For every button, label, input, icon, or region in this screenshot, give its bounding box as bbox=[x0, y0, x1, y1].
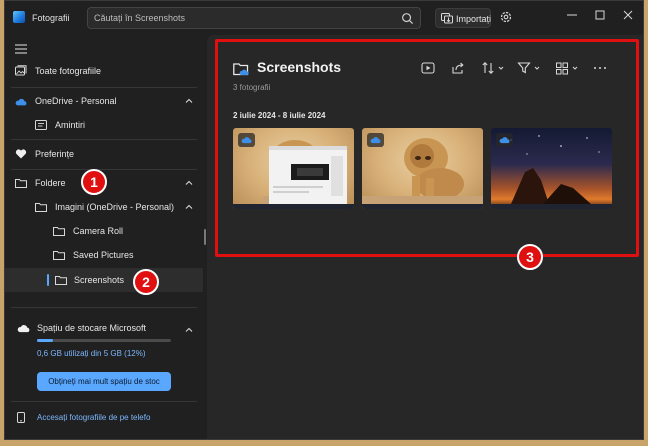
search-icon[interactable] bbox=[401, 12, 414, 25]
selection-indicator bbox=[47, 274, 49, 286]
chevron-up-icon[interactable] bbox=[185, 203, 193, 211]
import-button[interactable]: Importați bbox=[435, 8, 491, 28]
close-button[interactable] bbox=[617, 7, 639, 23]
sidebar-item-saved-pictures[interactable]: Saved Pictures bbox=[5, 243, 203, 267]
heart-icon bbox=[15, 149, 27, 159]
photos-icon bbox=[15, 65, 27, 76]
annotation-marker-3: 3 bbox=[517, 244, 543, 270]
sidebar-item-label: Preferințe bbox=[35, 149, 75, 159]
sidebar-item-label: Imagini (OneDrive - Personal) bbox=[55, 202, 175, 212]
import-icon bbox=[441, 13, 453, 24]
sidebar-divider bbox=[11, 87, 197, 88]
sidebar-item-label: Camera Roll bbox=[73, 226, 124, 236]
folder-icon bbox=[15, 179, 27, 188]
close-icon bbox=[623, 10, 633, 20]
sidebar-divider bbox=[11, 139, 197, 140]
folder-icon bbox=[53, 227, 65, 236]
minimize-icon bbox=[567, 14, 577, 16]
sidebar-item-onedrive[interactable]: OneDrive - Personal bbox=[5, 89, 203, 113]
import-label: Importați bbox=[456, 14, 492, 24]
sidebar-item-label: Amintiri bbox=[55, 120, 86, 130]
photos-window: Fotografii Importați bbox=[4, 0, 644, 440]
maximize-icon bbox=[595, 10, 605, 20]
get-more-storage-button[interactable]: Obțineți mai mult spațiu de stoc bbox=[37, 372, 171, 391]
sidebar-item-memories[interactable]: Amintiri bbox=[5, 113, 203, 137]
maximize-button[interactable] bbox=[589, 7, 611, 23]
storage-title: Spațiu de stocare Microsoft bbox=[37, 323, 147, 333]
storage-usage-text: 0,6 GB utilizați din 5 GB (12%) bbox=[37, 349, 146, 358]
title-bar: Fotografii Importați bbox=[5, 1, 643, 35]
storage-progress-bar bbox=[37, 339, 171, 342]
storage-progress-fill bbox=[37, 339, 54, 342]
sidebar-item-all-photos[interactable]: Toate fotografiile bbox=[5, 59, 203, 83]
sidebar-divider bbox=[11, 401, 197, 402]
app-title: Fotografii bbox=[32, 13, 70, 23]
folder-icon bbox=[55, 276, 67, 285]
annotation-marker-1: 1 bbox=[81, 169, 107, 195]
settings-gear-icon[interactable] bbox=[499, 10, 513, 24]
sidebar: Toate fotografiile OneDrive - Personal A… bbox=[5, 35, 203, 439]
sidebar-item-screenshots[interactable]: Screenshots bbox=[5, 268, 203, 292]
phone-photos-link[interactable]: Accesați fotografiile de pe telefo bbox=[37, 413, 150, 422]
search-input[interactable] bbox=[94, 11, 394, 25]
sidebar-item-onedrive-pictures[interactable]: Imagini (OneDrive - Personal) bbox=[5, 195, 203, 219]
hamburger-menu-icon[interactable] bbox=[15, 43, 29, 55]
annotation-highlight-box bbox=[215, 39, 639, 257]
minimize-button[interactable] bbox=[561, 7, 583, 23]
sidebar-item-label: Foldere bbox=[35, 178, 66, 188]
sidebar-item-label: Screenshots bbox=[74, 275, 125, 285]
sidebar-item-label: Toate fotografiile bbox=[35, 66, 102, 76]
sidebar-scrollbar[interactable] bbox=[204, 229, 206, 245]
sidebar-item-favorites[interactable]: Preferințe bbox=[5, 142, 203, 166]
sidebar-divider bbox=[11, 169, 197, 170]
search-box[interactable] bbox=[87, 7, 421, 29]
annotation-marker-2: 2 bbox=[133, 269, 159, 295]
cloud-icon bbox=[17, 325, 30, 333]
onedrive-cloud-icon bbox=[15, 98, 27, 106]
chevron-up-icon[interactable] bbox=[185, 179, 193, 187]
folder-icon bbox=[53, 251, 65, 260]
memories-icon bbox=[35, 120, 47, 130]
sidebar-divider bbox=[11, 307, 197, 308]
chevron-up-icon[interactable] bbox=[185, 97, 193, 105]
sidebar-item-label: OneDrive - Personal bbox=[35, 96, 117, 106]
phone-icon bbox=[17, 412, 25, 423]
photos-app-icon bbox=[13, 11, 25, 23]
sidebar-item-label: Saved Pictures bbox=[73, 250, 134, 260]
folder-icon bbox=[35, 203, 47, 212]
chevron-up-icon[interactable] bbox=[185, 326, 193, 334]
sidebar-item-camera-roll[interactable]: Camera Roll bbox=[5, 219, 203, 243]
